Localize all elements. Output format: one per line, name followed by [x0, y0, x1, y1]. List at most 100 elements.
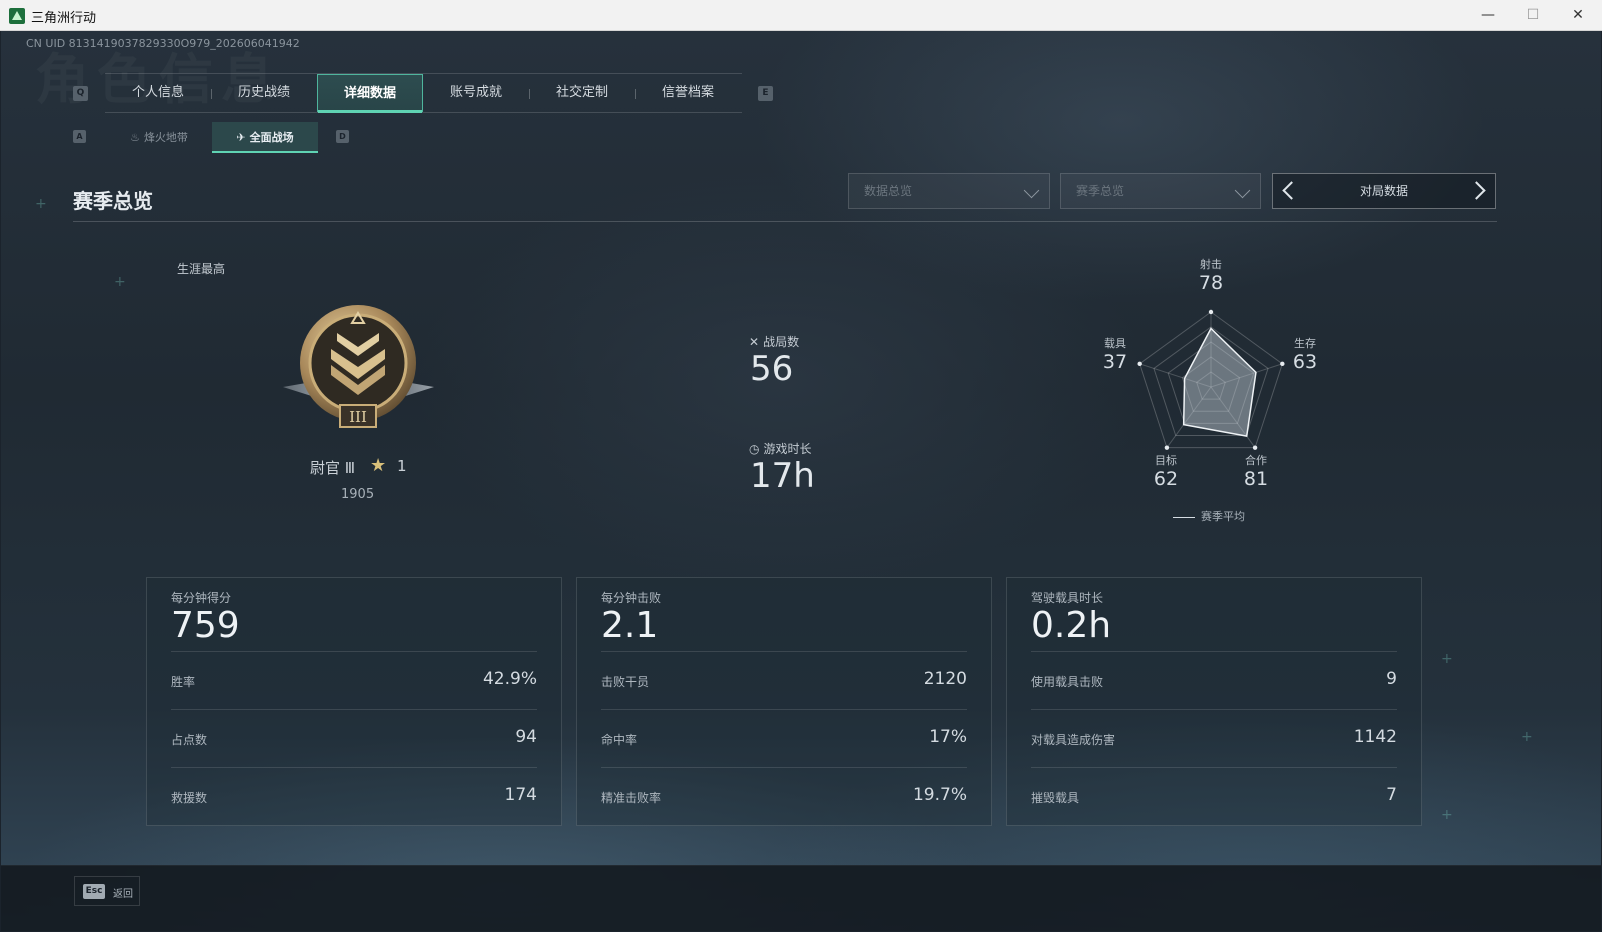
radar-value-objective: 62 [1153, 468, 1179, 490]
card-title: 每分钟得分 [171, 591, 232, 605]
tab-achievements[interactable]: 账号成就 [423, 74, 529, 112]
app-logo-icon [9, 8, 25, 24]
stat-label: 命中率 [601, 733, 638, 747]
window-title: 三角洲行动 [31, 11, 97, 26]
stat-label: 对载具造成伤害 [1031, 733, 1116, 747]
chevron-right-icon[interactable] [1467, 181, 1486, 200]
card-score-per-minute: 每分钟得分 759 胜率 42.9% 占点数 94 救援数 174 [146, 577, 562, 826]
stat-row: 使用载具击败 9 [1031, 651, 1397, 709]
season-dropdown-value: 赛季总览 [1076, 184, 1125, 198]
matches-value: 56 [750, 349, 794, 389]
minimize-icon[interactable]: — [1465, 0, 1511, 31]
tab-detailed-data[interactable]: 详细数据 [317, 74, 423, 113]
subtab-warfare-label: 全面战场 [249, 131, 294, 144]
stat-row: 对载具造成伤害 1142 [1031, 709, 1397, 767]
playtime-value: 17h [750, 456, 815, 496]
radar-value-vehicle: 37 [1102, 351, 1128, 373]
radar-label-objective: 目标 [1155, 454, 1177, 467]
rank-badge-icon: III [283, 305, 434, 428]
crossed-swords-icon: ✕ [749, 335, 760, 349]
key-hint-e: E [758, 86, 773, 101]
card-kills-per-minute: 每分钟击败 2.1 击败干员 2120 命中率 17% 精准击败率 19.7% [576, 577, 992, 826]
uid-label: CN UID 8131419037829330O979_202606041942 [26, 37, 300, 50]
plus-decor-icon: + [1441, 807, 1453, 823]
key-hint-d: D [336, 130, 349, 143]
pager-label: 对局数据 [1359, 184, 1408, 198]
card-value: 2.1 [601, 605, 659, 646]
data-type-dropdown-value: 数据总览 [864, 184, 913, 198]
ability-radar: 射击 78 生存 63 合作 81 目标 62 载具 37 [1091, 255, 1331, 535]
stat-label: 击败干员 [601, 675, 650, 689]
card-value: 759 [171, 605, 240, 646]
rank-name: 尉官 Ⅲ [310, 459, 356, 477]
window-titlebar: 三角洲行动 — ☐ ✕ [0, 0, 1602, 31]
star-icon: ★ [370, 455, 387, 476]
rank-star-count: 1 [397, 457, 407, 475]
section-divider [73, 221, 1497, 222]
stat-row: 占点数 94 [171, 709, 537, 767]
stat-value: 42.9% [482, 669, 537, 689]
stat-value: 1142 [1353, 727, 1397, 747]
tab-credit-record[interactable]: 信誉档案 [635, 74, 741, 112]
radar-axis-end-dot [1208, 309, 1214, 315]
radar-chart [1137, 309, 1285, 450]
svg-text:III: III [349, 408, 367, 426]
game-viewport: 角色信息 CN UID 8131419037829330O979_2026060… [1, 31, 1601, 931]
tab-match-history[interactable]: 历史战绩 [211, 74, 317, 112]
radar-value-survival: 63 [1292, 351, 1318, 373]
matches-label: ✕ 战局数 [749, 333, 799, 350]
card-vehicle-time: 驾驶载具时长 0.2h 使用载具击败 9 对载具造成伤害 1142 摧毁载具 7 [1006, 577, 1422, 826]
stat-row: 摧毁载具 7 [1031, 767, 1397, 825]
tab-social-customize[interactable]: 社交定制 [529, 74, 635, 112]
season-dropdown[interactable]: 赛季总览 [1060, 173, 1261, 209]
primary-tab-bar: 个人信息 历史战绩 详细数据 账号成就 社交定制 信誉档案 [105, 73, 742, 113]
radar-axis-end-dot [1252, 445, 1258, 450]
stat-row: 命中率 17% [601, 709, 967, 767]
subtab-extraction[interactable]: ♨ 烽火地带 [106, 122, 212, 153]
aircraft-icon: ✈ [236, 131, 246, 144]
data-type-dropdown[interactable]: 数据总览 [848, 173, 1050, 209]
back-label: 返回 [113, 889, 133, 900]
stat-row: 救援数 174 [171, 767, 537, 825]
playtime-label: ◷ 游戏时长 [749, 440, 812, 457]
chevron-down-icon [1234, 182, 1251, 199]
back-button[interactable]: Esc 返回 [74, 876, 140, 906]
radar-axis-end-dot [1164, 445, 1170, 450]
maximize-icon[interactable]: ☐ [1510, 0, 1556, 31]
stat-value: 7 [1386, 785, 1397, 805]
stat-value: 9 [1386, 669, 1397, 689]
radar-label-shooting: 射击 [1200, 258, 1222, 271]
close-icon[interactable]: ✕ [1555, 0, 1601, 31]
radar-label-vehicle: 载具 [1104, 337, 1126, 350]
rank-score: 1905 [341, 487, 375, 502]
subtab-warfare[interactable]: ✈ 全面战场 [212, 122, 318, 153]
card-title: 每分钟击败 [601, 591, 662, 605]
legend-line-icon [1173, 516, 1195, 518]
key-hint-q: Q [73, 86, 88, 101]
stat-value: 94 [515, 727, 537, 747]
chevron-left-icon[interactable] [1282, 181, 1301, 200]
playtime-label-text: 游戏时长 [763, 442, 812, 456]
subtab-extraction-label: 烽火地带 [143, 131, 188, 144]
tab-personal-info[interactable]: 个人信息 [105, 74, 211, 112]
plus-decor-icon: + [1441, 651, 1453, 667]
stat-value: 2120 [923, 669, 967, 689]
stat-label: 摧毁载具 [1031, 791, 1080, 805]
chevron-down-icon [1023, 182, 1040, 199]
career-best-label: 生涯最高 [177, 262, 226, 276]
section-title: 赛季总览 [73, 189, 153, 213]
stat-row: 击败干员 2120 [601, 651, 967, 709]
stat-row: 胜率 42.9% [171, 651, 537, 709]
key-hint-a: A [73, 130, 86, 143]
card-value: 0.2h [1031, 605, 1112, 646]
plus-decor-icon: + [1521, 729, 1533, 745]
radar-value-polygon [1182, 327, 1257, 438]
stats-pager: 对局数据 [1272, 173, 1496, 209]
card-title: 驾驶载具时长 [1031, 591, 1104, 605]
stat-label: 精准击败率 [601, 791, 662, 805]
clock-icon: ◷ [749, 442, 760, 456]
stat-value: 174 [504, 785, 537, 805]
plus-decor-icon: + [35, 196, 47, 212]
bottom-bar [1, 865, 1601, 931]
radar-legend: 赛季平均 [1173, 508, 1245, 524]
